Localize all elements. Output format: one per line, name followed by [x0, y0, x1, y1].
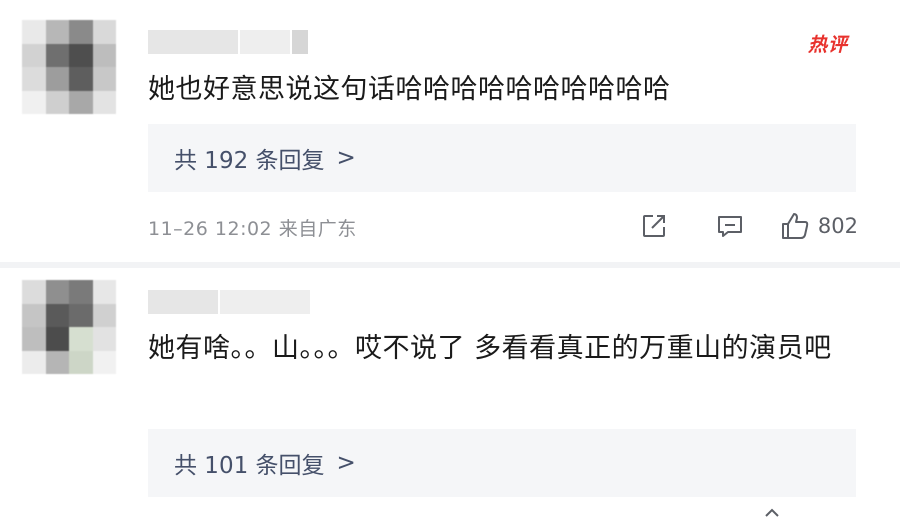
username-blurred[interactable] — [148, 290, 310, 314]
username-blurred[interactable] — [148, 30, 308, 54]
hot-comment-badge: 热评 — [807, 34, 848, 56]
avatar[interactable] — [22, 20, 116, 114]
chevron-right-icon: > — [336, 450, 356, 476]
replies-label: 共 101 条回复 — [174, 453, 325, 479]
avatar[interactable] — [22, 280, 116, 374]
like-button[interactable]: 802 — [780, 206, 858, 246]
comment-item: 她有啥。。山。。。哎不说了 多看看真正的万重山的演员吧 共 101 条回复 > — [0, 268, 900, 520]
share-icon — [642, 215, 665, 237]
comment-meta: 11–26 12:02 来自广东 — [148, 218, 357, 240]
comment-item: 热评 她也好意思说这句话哈哈哈哈哈哈哈哈哈哈 共 192 条回复 > 11–26… — [0, 0, 900, 255]
comment-text: 她也好意思说这句话哈哈哈哈哈哈哈哈哈哈 — [148, 74, 671, 105]
view-replies-button[interactable]: 共 101 条回复 > — [148, 429, 856, 497]
share-button[interactable] — [634, 206, 674, 246]
comment-icon — [717, 216, 742, 237]
chevron-right-icon: > — [336, 145, 356, 171]
comment-actions: 802 — [634, 206, 858, 246]
thumbs-up-icon — [781, 213, 809, 239]
replies-label: 共 192 条回复 — [174, 148, 325, 174]
chevron-up-icon — [765, 508, 779, 517]
view-replies-button[interactable]: 共 192 条回复 > — [148, 124, 856, 192]
comment-text: 她有啥。。山。。。哎不说了 多看看真正的万重山的演员吧 — [148, 333, 832, 364]
like-count: 802 — [817, 214, 858, 238]
comment-button[interactable] — [710, 206, 750, 246]
